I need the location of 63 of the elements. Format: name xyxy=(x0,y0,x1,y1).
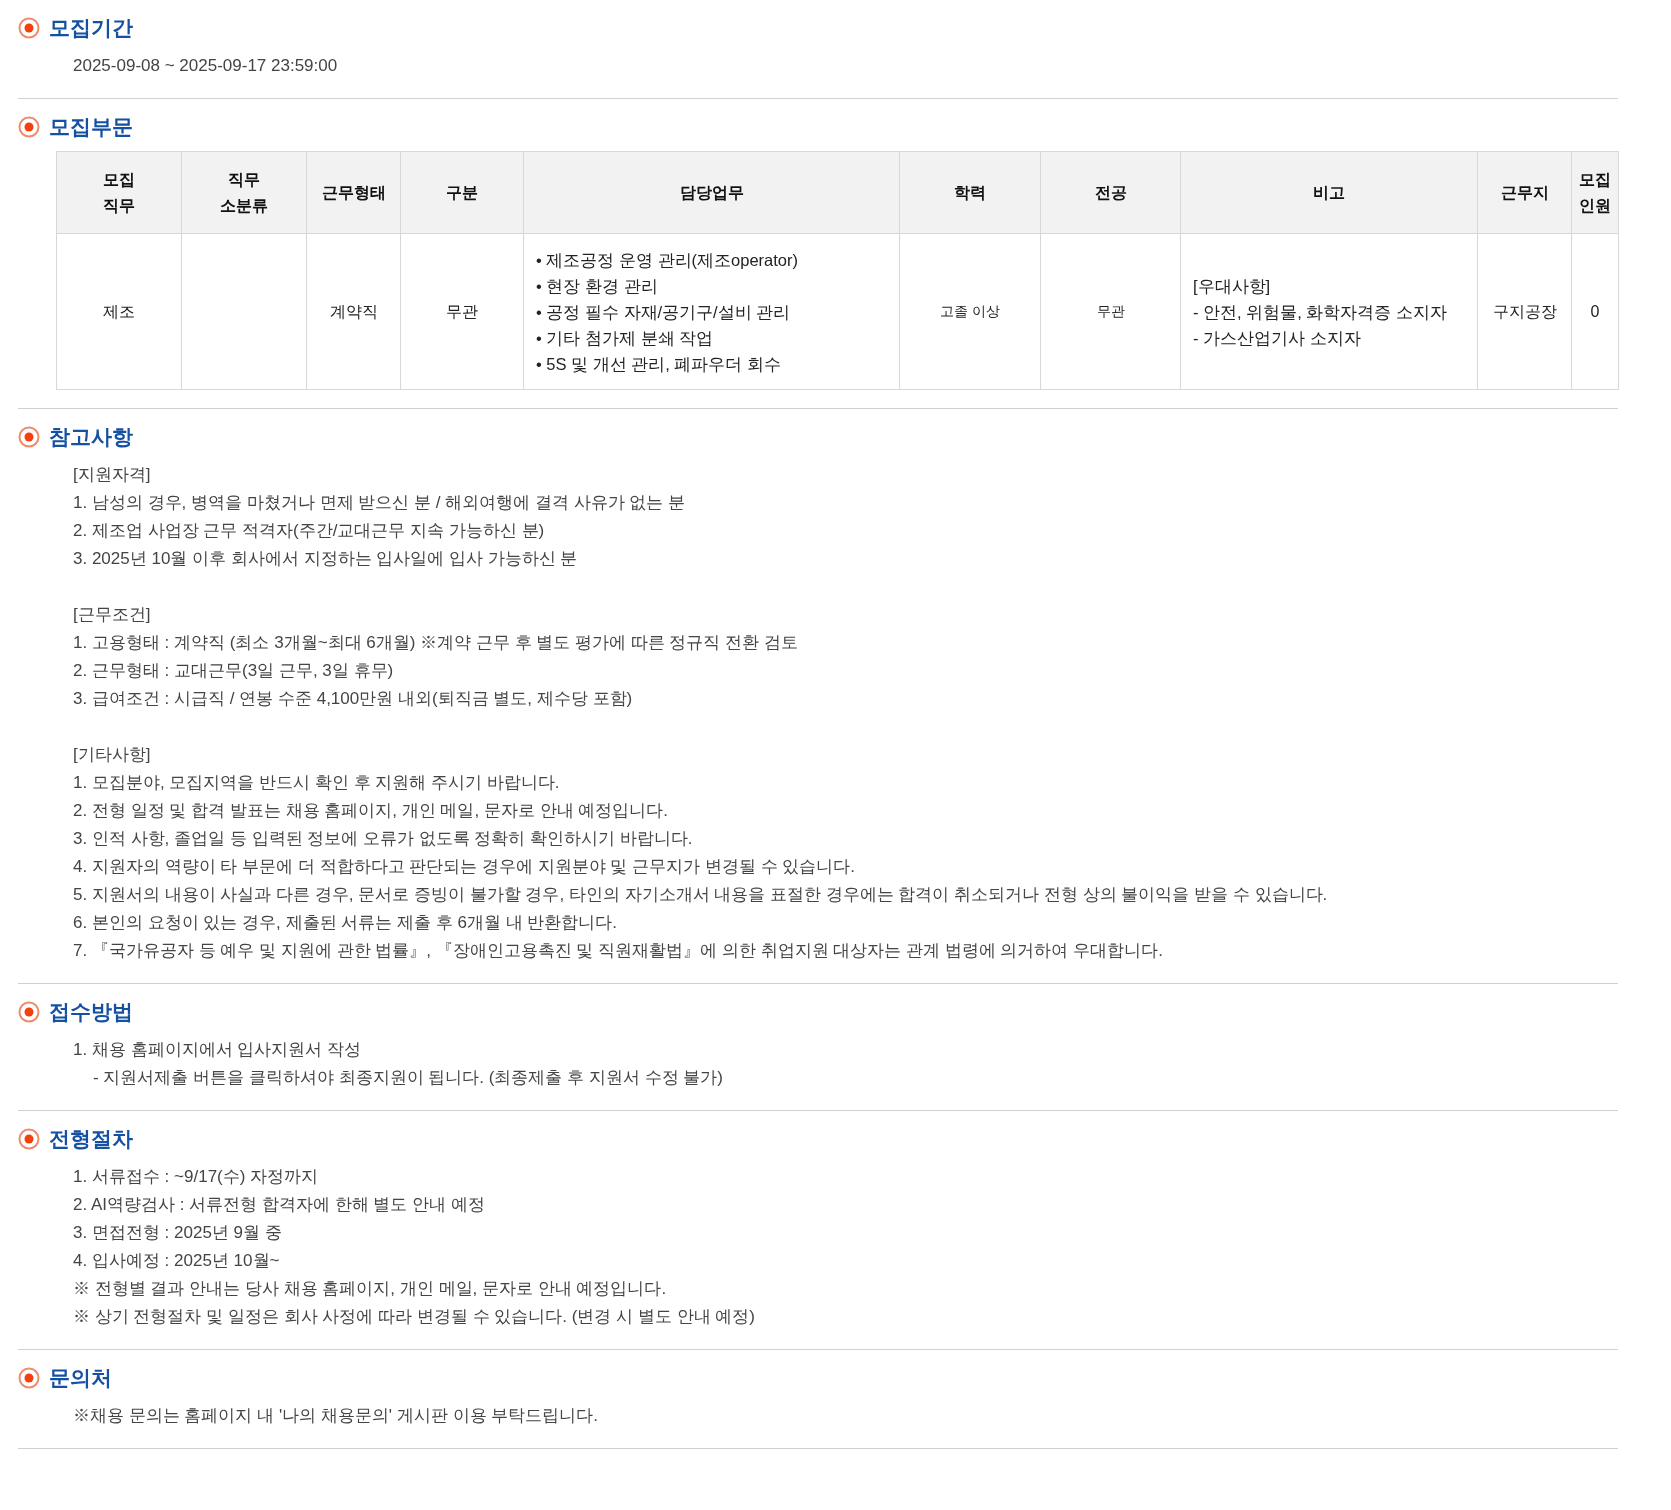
info-line: 2025-09-08 ~ 2025-09-17 23:59:00 xyxy=(73,55,339,77)
info-line: 3. 면접전형 : 2025년 9월 중 xyxy=(73,1222,283,1244)
info-line: [기타사항] xyxy=(73,744,152,766)
radio-bullet-icon xyxy=(18,17,40,39)
info-line: 2. AI역량검사 : 서류전형 합격자에 한해 별도 안내 예정 xyxy=(73,1194,486,1216)
column-header: 모집 직무 xyxy=(56,151,182,234)
info-line: - 지원서제출 버튼을 클릭하셔야 최종지원이 됩니다. (최종제출 후 지원서 수정 불가) xyxy=(92,1067,724,1089)
section-title: 접수방법 xyxy=(49,999,133,1025)
info-line: 1. 고용형태 : 계약직 (최소 3개월~최대 6개월) ※계약 근무 후 별도 평가에 따른 정규직 전환 검토 xyxy=(73,632,799,654)
info-line: [근무조건] xyxy=(73,604,152,626)
column-header: 담당업무 xyxy=(523,151,900,234)
section-title: 전형절차 xyxy=(49,1126,133,1152)
column-header: 구분 xyxy=(400,151,524,234)
info-line: 2. 제조업 사업장 근무 적격자(주간/교대근무 지속 가능하신 분) xyxy=(73,520,546,542)
cell-line: • 현장 환경 관리 xyxy=(536,275,659,297)
info-line: 1. 모집분야, 모집지역을 반드시 확인 후 지원해 주시기 바랍니다. xyxy=(73,772,561,794)
radio-bullet-icon xyxy=(18,426,40,448)
info-line: 1. 채용 홈페이지에서 입사지원서 작성 xyxy=(73,1039,363,1061)
info-line: 3. 인적 사항, 졸업일 등 입력된 정보에 오류가 없도록 정확히 확인하시기 바랍니다. xyxy=(73,828,694,850)
info-line: 1. 서류접수 : ~9/17(수) 자정까지 xyxy=(73,1166,320,1188)
cell-line: [우대사항] xyxy=(1193,275,1272,297)
info-line: ※채용 문의는 홈페이지 내 '나의 채용문의' 게시판 이용 부탁드립니다. xyxy=(73,1405,599,1427)
info-line: [지원자격] xyxy=(73,464,152,486)
table-cell: 무관 xyxy=(400,233,524,390)
radio-bullet-icon xyxy=(18,116,40,138)
cell-line: • 기타 첨가제 분쇄 작업 xyxy=(536,327,715,349)
table-cell: 무관 xyxy=(1040,233,1181,390)
info-line: 1. 남성의 경우, 병역을 마쳤거나 면제 받으신 분 / 해외여행에 결격 사유가 없는 분 xyxy=(73,492,687,514)
cell-line: • 5S 및 개선 관리, 폐파우더 회수 xyxy=(536,353,783,375)
radio-bullet-icon xyxy=(18,1001,40,1023)
info-line: 3. 급여조건 : 시급직 / 연봉 수준 4,100만원 내외(퇴직금 별도, 제수당 포함) xyxy=(73,688,634,710)
table-cell: 구지공장 xyxy=(1477,233,1572,390)
table-cell: 0 xyxy=(1571,233,1619,390)
info-line: ※ 전형별 결과 안내는 당사 채용 홈페이지, 개인 메일, 문자로 안내 예정입니다. xyxy=(73,1278,668,1300)
cell-line: • 공정 필수 자재/공기구/설비 관리 xyxy=(536,301,792,323)
section-title: 문의처 xyxy=(49,1365,112,1391)
table-cell: 고졸 이상 xyxy=(899,233,1041,390)
cell-line: - 가스산업기사 소지자 xyxy=(1193,327,1362,349)
column-header: 학력 xyxy=(899,151,1041,234)
info-line: 7. 『국가유공자 등 예우 및 지원에 관한 법률』, 『장애인고용촉진 및 직원재활법』에 의한 취업지원 대상자는 관계 법령에 의거하여 우대합니다. xyxy=(73,940,1164,962)
info-line: ※ 상기 전형절차 및 일정은 회사 사정에 따라 변경될 수 있습니다. (변경 시 별도 안내 예정) xyxy=(73,1306,756,1328)
section-title: 모집기간 xyxy=(49,15,133,41)
column-header: 전공 xyxy=(1040,151,1181,234)
cell-line: - 안전, 위험물, 화학자격증 소지자 xyxy=(1193,301,1448,323)
info-line: 3. 2025년 10월 이후 회사에서 지정하는 입사일에 입사 가능하신 분 xyxy=(73,548,579,570)
radio-bullet-icon xyxy=(18,1367,40,1389)
column-header: 비고 xyxy=(1180,151,1478,234)
info-line: 5. 지원서의 내용이 사실과 다른 경우, 문서로 증빙이 불가할 경우, 타인의 자기소개서 내용을 표절한 경우에는 합격이 취소되거나 전형 상의 불이익을 받을 수 있습니다. xyxy=(73,884,1329,906)
section-title: 모집부문 xyxy=(49,114,133,140)
info-line: 4. 입사예정 : 2025년 10월~ xyxy=(73,1250,281,1272)
column-header: 직무 소분류 xyxy=(181,151,307,234)
info-line: 4. 지원자의 역량이 타 부문에 더 적합하다고 판단되는 경우에 지원분야 및 근무지가 변경될 수 있습니다. xyxy=(73,856,857,878)
column-header: 근무형태 xyxy=(306,151,401,234)
info-line: 2. 전형 일정 및 합격 발표는 채용 홈페이지, 개인 메일, 문자로 안내 예정입니다. xyxy=(73,800,670,822)
column-header: 근무지 xyxy=(1477,151,1572,234)
info-line: 2. 근무형태 : 교대근무(3일 근무, 3일 휴무) xyxy=(73,660,395,682)
table-cell: 계약직 xyxy=(306,233,401,390)
section-title: 참고사항 xyxy=(49,424,133,450)
table-cell: 제조 xyxy=(56,233,182,390)
cell-line: • 제조공정 운영 관리(제조operator) xyxy=(536,249,799,271)
radio-bullet-icon xyxy=(18,1128,40,1150)
column-header: 모집 인원 xyxy=(1571,151,1619,234)
info-line: 6. 본인의 요청이 있는 경우, 제출된 서류는 제출 후 6개월 내 반환합니다. xyxy=(73,912,619,934)
